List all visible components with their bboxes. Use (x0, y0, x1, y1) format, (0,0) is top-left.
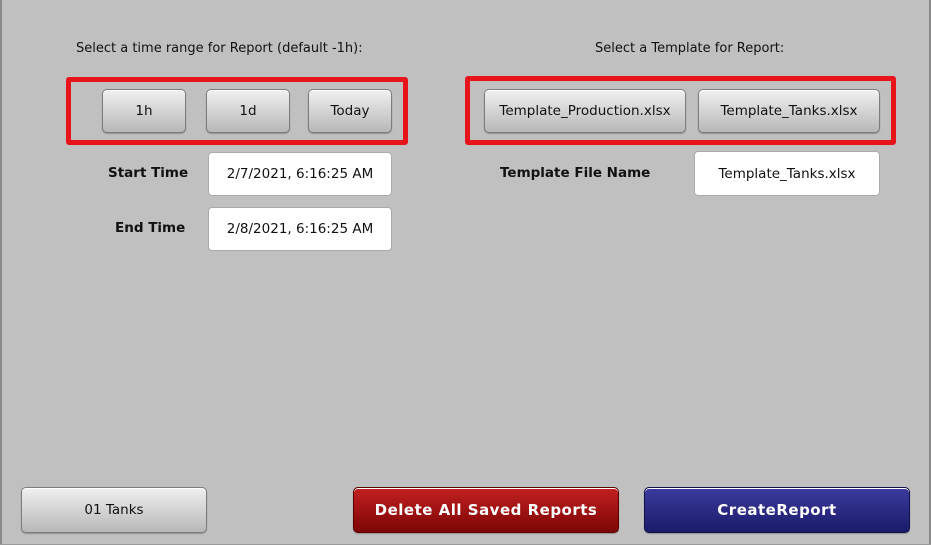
range-1d-button[interactable]: 1d (206, 89, 290, 133)
tanks-nav-button[interactable]: 01 Tanks (21, 487, 207, 533)
template-file-field[interactable]: Template_Tanks.xlsx (694, 151, 880, 196)
template-heading: Select a Template for Report: (595, 41, 785, 56)
template-file-label: Template File Name (500, 165, 651, 181)
template-production-button[interactable]: Template_Production.xlsx (484, 89, 686, 133)
end-time-label: End Time (115, 220, 186, 236)
template-tanks-button[interactable]: Template_Tanks.xlsx (698, 89, 880, 133)
end-time-field[interactable]: 2/8/2021, 6:16:25 AM (208, 207, 392, 251)
delete-reports-button[interactable]: Delete All Saved Reports (353, 487, 619, 533)
start-time-label: Start Time (108, 165, 189, 181)
range-today-button[interactable]: Today (308, 89, 392, 133)
window-border-left (0, 0, 2, 545)
time-range-heading: Select a time range for Report (default … (76, 41, 363, 56)
range-1h-button[interactable]: 1h (102, 89, 186, 133)
create-report-button[interactable]: CreateReport (644, 487, 910, 533)
start-time-field[interactable]: 2/7/2021, 6:16:25 AM (208, 152, 392, 196)
